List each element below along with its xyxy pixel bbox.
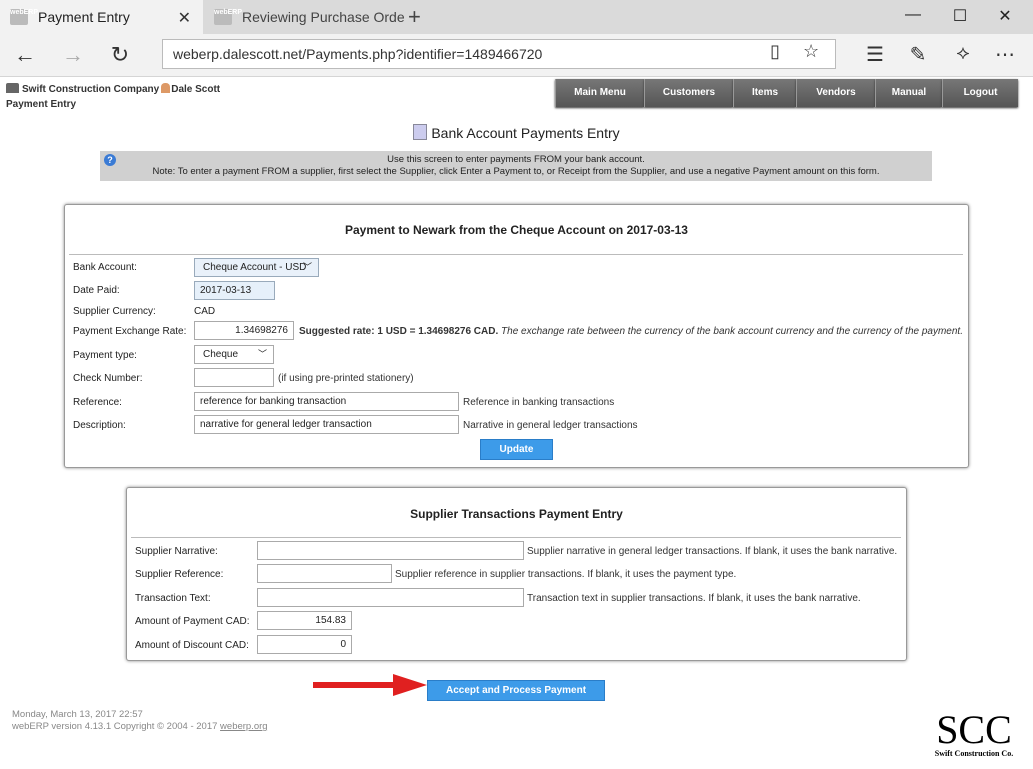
hub-menu-icon[interactable]: ☰ — [860, 42, 890, 67]
amount-payment-input[interactable]: 154.83 — [257, 611, 352, 630]
check-number-hint: (if using pre-printed stationery) — [278, 373, 414, 384]
info-note: ? Use this screen to enter payments FROM… — [100, 151, 932, 181]
chevron-down-icon: ﹀ — [257, 349, 267, 359]
company-name[interactable]: Swift Construction Company — [22, 84, 159, 95]
tab-title: Payment Entry — [38, 9, 130, 25]
more-icon[interactable]: ⋯ — [990, 42, 1020, 67]
favorite-star-icon[interactable]: ☆ — [803, 41, 819, 62]
page-title: Bank Account Payments Entry — [0, 124, 1033, 141]
minimize-icon[interactable]: — — [893, 6, 933, 24]
browser-tab-bar: webERP Payment Entry ✕ webERP Reviewing … — [0, 0, 1033, 34]
share-icon[interactable]: ⟡ — [948, 42, 978, 65]
weberp-favicon-icon: webERP — [214, 9, 242, 25]
note-line-1: Use this screen to enter payments FROM y… — [387, 154, 645, 165]
footer-datetime: Monday, March 13, 2017 22:57 — [12, 709, 143, 720]
user-icon — [161, 83, 171, 93]
footer-version: webERP version 4.13.1 Copyright © 2004 -… — [12, 721, 268, 732]
main-menu-bar: Main Menu Customers Items Vendors Manual… — [555, 79, 1018, 107]
supplier-narrative-hint: Supplier narrative in general ledger tra… — [527, 546, 898, 557]
info-icon: ? — [104, 154, 116, 166]
accept-process-payment-button[interactable]: Accept and Process Payment — [427, 680, 605, 701]
exchange-rate-hint: Suggested rate: 1 USD = 1.34698276 CAD. … — [299, 326, 963, 337]
divider — [131, 537, 901, 538]
logo-caption: Swift Construction Co. — [934, 749, 1014, 758]
date-paid-input[interactable]: 2017-03-13 — [194, 281, 275, 300]
red-arrow-icon — [313, 674, 427, 696]
reference-hint: Reference in banking transactions — [463, 397, 615, 408]
update-button[interactable]: Update — [480, 439, 553, 460]
menu-manual[interactable]: Manual — [875, 79, 942, 107]
description-hint: Narrative in general ledger transactions — [463, 420, 638, 431]
tab-payment-entry[interactable]: webERP Payment Entry ✕ — [0, 0, 203, 34]
bank-account-label: Bank Account: — [73, 262, 137, 273]
supplier-narrative-label: Supplier Narrative: — [135, 546, 218, 557]
payment-type-select[interactable]: Cheque ﹀ — [194, 345, 274, 364]
logo-letters: SCC — [936, 707, 1012, 752]
payment-type-label: Payment type: — [73, 350, 137, 361]
window-close-icon[interactable]: ✕ — [985, 6, 1025, 26]
transaction-text-label: Transaction Text: — [135, 593, 211, 604]
bank-account-select[interactable]: Cheque Account - USD ﹀ — [194, 258, 319, 277]
weberp-favicon-icon: webERP — [10, 9, 38, 25]
new-tab-icon[interactable]: + — [408, 4, 421, 30]
supplier-currency-value: CAD — [194, 306, 216, 317]
user-info: Swift Construction Company Dale Scott Pay… — [6, 82, 220, 112]
close-icon[interactable]: ✕ — [178, 8, 191, 28]
tab-title: Reviewing Purchase Order N — [242, 9, 404, 25]
menu-items[interactable]: Items — [733, 79, 796, 107]
check-number-label: Check Number: — [73, 373, 143, 384]
description-label: Description: — [73, 420, 126, 431]
description-input[interactable]: narrative for general ledger transaction — [194, 415, 459, 434]
supplier-box-title: Supplier Transactions Payment Entry — [410, 507, 623, 521]
check-number-input[interactable] — [194, 368, 274, 387]
company-logo: SCC Swift Construction Co. — [928, 709, 1020, 765]
document-icon — [413, 124, 428, 140]
reading-view-icon[interactable]: ▯ — [770, 41, 780, 62]
divider — [69, 254, 963, 255]
supplier-reference-input[interactable] — [257, 564, 392, 583]
amount-discount-label: Amount of Discount CAD: — [135, 640, 249, 651]
page-name: Payment Entry — [6, 99, 77, 110]
amount-discount-input[interactable]: 0 — [257, 635, 352, 654]
refresh-icon[interactable]: ↻ — [105, 42, 135, 68]
transaction-text-input[interactable] — [257, 588, 524, 607]
supplier-reference-label: Supplier Reference: — [135, 569, 224, 580]
payment-box-title: Payment to Newark from the Cheque Accoun… — [345, 223, 688, 237]
menu-customers[interactable]: Customers — [644, 79, 733, 107]
maximize-icon[interactable]: ☐ — [940, 6, 980, 26]
footer: Monday, March 13, 2017 22:57 webERP vers… — [12, 709, 268, 733]
amount-payment-label: Amount of Payment CAD: — [135, 616, 250, 627]
web-note-icon[interactable]: ✎ — [903, 42, 933, 67]
back-icon[interactable]: ← — [10, 42, 40, 68]
browser-address-bar: ← → ↻ weberp.dalescott.net/Payments.php?… — [0, 34, 1033, 77]
forward-icon[interactable]: → — [58, 42, 88, 68]
note-line-2: Note: To enter a payment FROM a supplier… — [152, 166, 880, 177]
webpage: Swift Construction Company Dale Scott Pay… — [0, 77, 1033, 769]
weberp-link[interactable]: weberp.org — [220, 721, 268, 732]
exchange-rate-input[interactable]: 1.34698276 — [194, 321, 294, 340]
chevron-down-icon: ﹀ — [302, 262, 312, 272]
supplier-currency-label: Supplier Currency: — [73, 306, 156, 317]
reference-input[interactable]: reference for banking transaction — [194, 392, 459, 411]
menu-main-menu[interactable]: Main Menu — [555, 79, 644, 107]
transaction-text-hint: Transaction text in supplier transaction… — [527, 593, 861, 604]
supplier-reference-hint: Supplier reference in supplier transacti… — [395, 569, 737, 580]
exchange-rate-label: Payment Exchange Rate: — [73, 326, 187, 337]
url-input[interactable]: weberp.dalescott.net/Payments.php?identi… — [162, 39, 836, 69]
payment-form-box: Payment to Newark from the Cheque Accoun… — [64, 204, 969, 468]
supplier-narrative-input[interactable] — [257, 541, 524, 560]
menu-logout[interactable]: Logout — [942, 79, 1018, 107]
date-paid-label: Date Paid: — [73, 285, 120, 296]
supplier-transactions-box: Supplier Transactions Payment Entry Supp… — [126, 487, 907, 661]
user-name[interactable]: Dale Scott — [171, 84, 220, 95]
reference-label: Reference: — [73, 397, 122, 408]
menu-vendors[interactable]: Vendors — [796, 79, 875, 107]
company-icon — [6, 83, 19, 93]
tab-reviewing-purchase-order[interactable]: webERP Reviewing Purchase Order N — [204, 0, 404, 34]
